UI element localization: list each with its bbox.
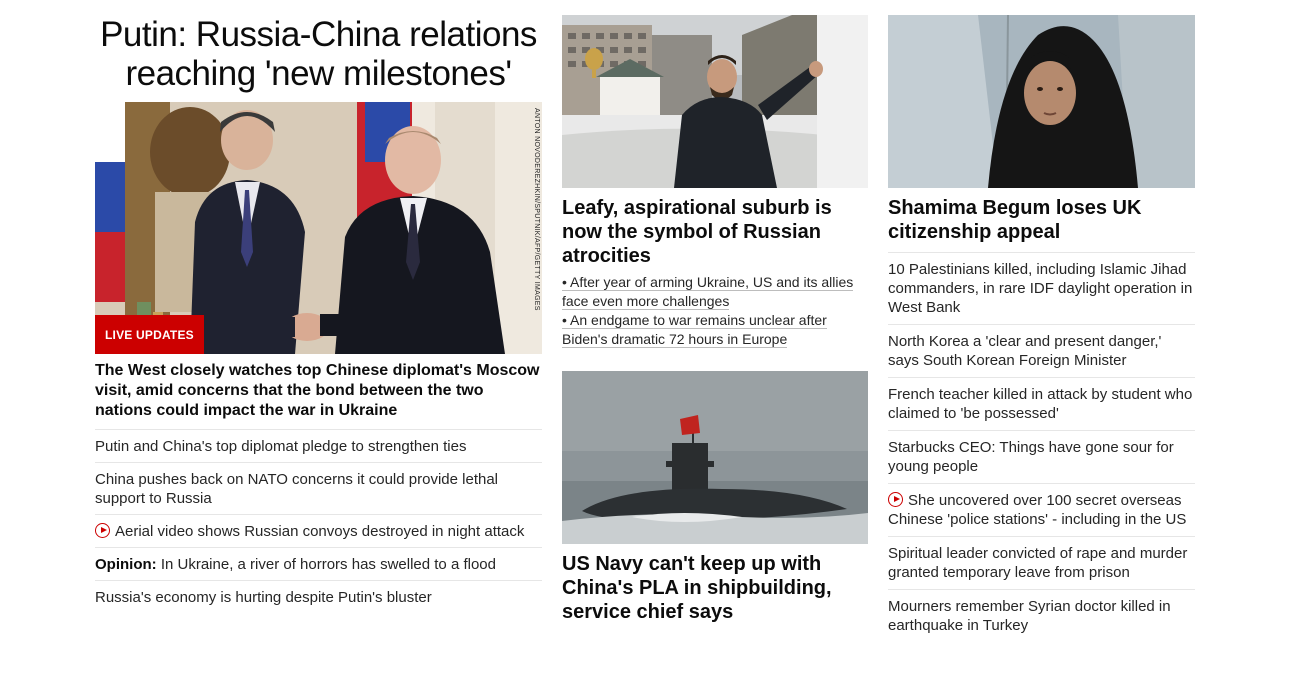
lead-story-image[interactable]: ANTON NOVODEREZHKIN/SPUTNIK/AFP/GETTY IM…: [95, 102, 542, 354]
list-item-text: Russia's economy is hurting despite Puti…: [95, 589, 432, 606]
play-video-icon: [888, 492, 903, 507]
suburb-story-image[interactable]: [562, 15, 868, 188]
list-item[interactable]: China pushes back on NATO concerns it co…: [95, 462, 542, 514]
column-right: Shamima Begum loses UK citizenship appea…: [888, 0, 1195, 642]
list-item-text: She uncovered over 100 secret overseas C…: [888, 492, 1187, 528]
related-bullets: • After year of arming Ukraine, US and i…: [562, 273, 868, 349]
list-item[interactable]: French teacher killed in attack by stude…: [888, 377, 1195, 430]
list-item-text: Starbucks CEO: Things have gone sour for…: [888, 439, 1174, 475]
lead-headline[interactable]: Putin: Russia-China relations reaching '…: [95, 15, 542, 93]
begum-story-title[interactable]: Shamima Begum loses UK citizenship appea…: [888, 196, 1195, 244]
list-item-text: French teacher killed in attack by stude…: [888, 386, 1193, 422]
column-middle: Leafy, aspirational suburb is now the sy…: [562, 0, 868, 624]
list-item[interactable]: Russia's economy is hurting despite Puti…: [95, 580, 542, 613]
list-item-text: Putin and China's top diplomat pledge to…: [95, 438, 467, 455]
column-lead-story: Putin: Russia-China relations reaching '…: [95, 0, 542, 613]
begum-story-image[interactable]: [888, 15, 1195, 188]
headline-list: 10 Palestinians killed, including Islami…: [888, 252, 1195, 642]
list-item-text: Aerial video shows Russian convoys destr…: [115, 523, 525, 540]
list-item[interactable]: Opinion: In Ukraine, a river of horrors …: [95, 547, 542, 580]
list-item-text: Spiritual leader convicted of rape and m…: [888, 545, 1188, 581]
list-item-text: China pushes back on NATO concerns it co…: [95, 471, 499, 507]
play-video-icon: [95, 523, 110, 538]
list-item[interactable]: Starbucks CEO: Things have gone sour for…: [888, 430, 1195, 483]
image-credit: ANTON NOVODEREZHKIN/SPUTNIK/AFP/GETTY IM…: [533, 108, 540, 311]
related-links-list: Putin and China's top diplomat pledge to…: [95, 429, 542, 613]
list-item[interactable]: Putin and China's top diplomat pledge to…: [95, 429, 542, 462]
bullet-link[interactable]: • An endgame to war remains unclear afte…: [562, 311, 868, 349]
list-item[interactable]: Mourners remember Syrian doctor killed i…: [888, 589, 1195, 642]
opinion-label: Opinion:: [95, 556, 157, 573]
submarine-story-title[interactable]: US Navy can't keep up with China's PLA i…: [562, 552, 868, 624]
list-item-text: 10 Palestinians killed, including Islami…: [888, 261, 1193, 316]
list-item[interactable]: 10 Palestinians killed, including Islami…: [888, 252, 1195, 324]
list-item[interactable]: North Korea a 'clear and present danger,…: [888, 324, 1195, 377]
lead-story-title[interactable]: The West closely watches top Chinese dip…: [95, 361, 542, 421]
bullet-link[interactable]: • After year of arming Ukraine, US and i…: [562, 273, 868, 311]
list-item[interactable]: She uncovered over 100 secret overseas C…: [888, 483, 1195, 536]
suburb-story-title[interactable]: Leafy, aspirational suburb is now the sy…: [562, 196, 868, 268]
list-item[interactable]: Aerial video shows Russian convoys destr…: [95, 514, 542, 547]
list-item[interactable]: Spiritual leader convicted of rape and m…: [888, 536, 1195, 589]
list-item-text: In Ukraine, a river of horrors has swell…: [156, 556, 496, 573]
list-item-text: Mourners remember Syrian doctor killed i…: [888, 598, 1171, 634]
live-updates-badge[interactable]: LIVE UPDATES: [95, 315, 204, 354]
list-item-text: North Korea a 'clear and present danger,…: [888, 333, 1162, 369]
submarine-story-image[interactable]: [562, 371, 868, 544]
